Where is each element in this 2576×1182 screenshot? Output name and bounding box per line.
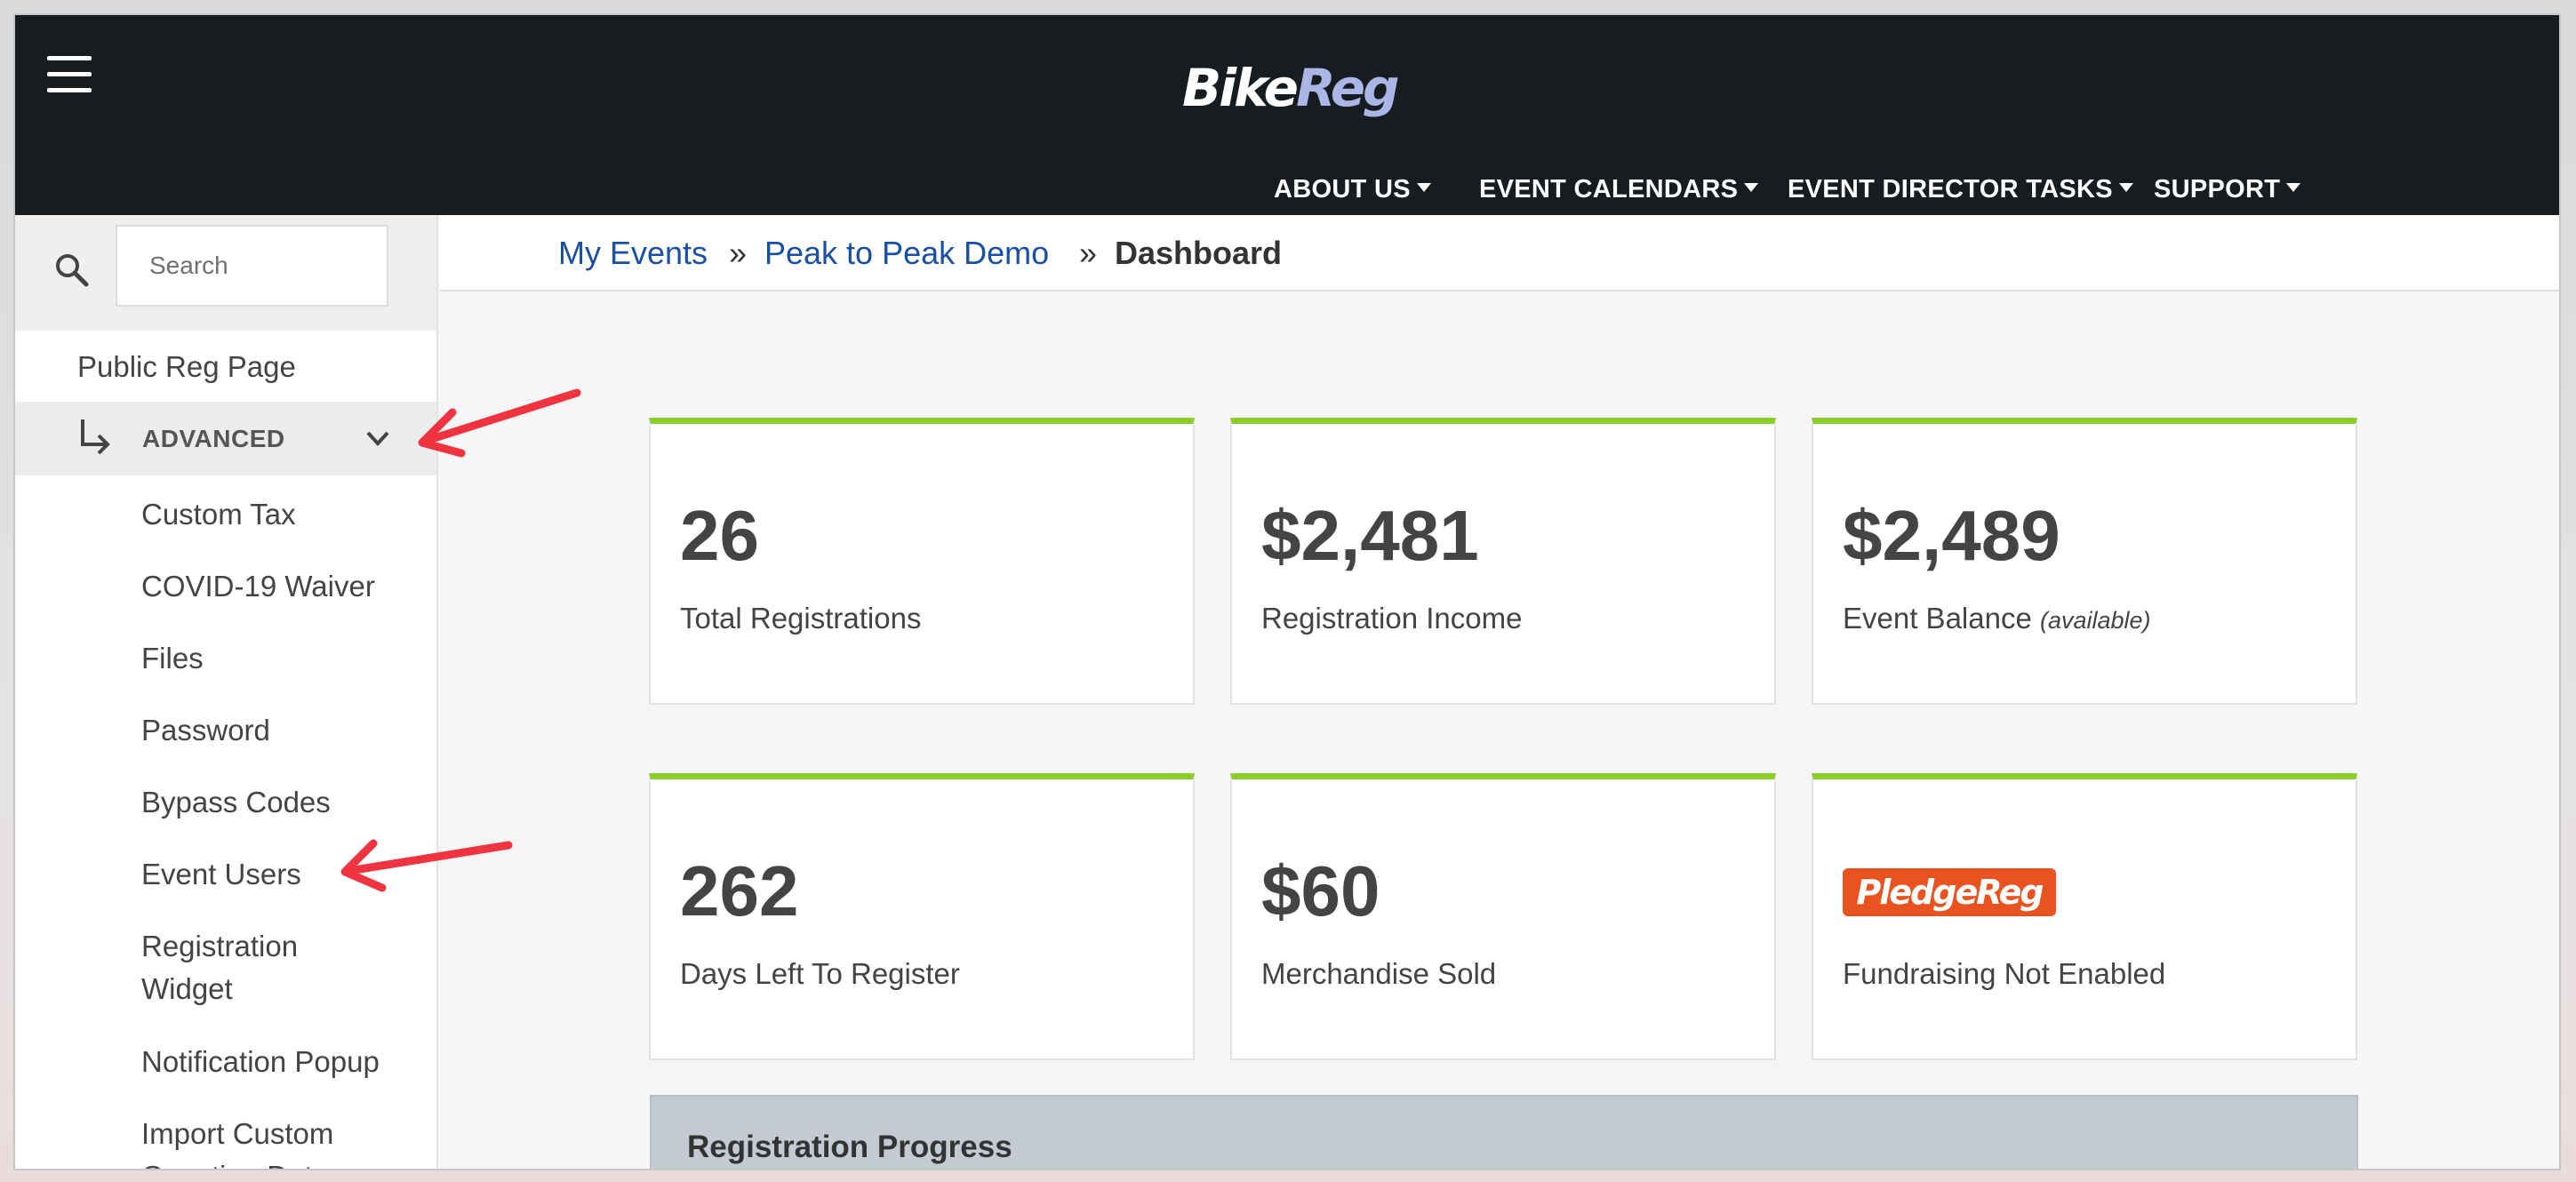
breadcrumb-separator: » [729,235,748,271]
sidebar-item-password[interactable]: Password [141,709,270,752]
caret-down-icon [2286,183,2301,193]
chevron-down-icon[interactable] [364,425,391,451]
stat-card-days-left: 262 Days Left To Register [649,773,1195,1060]
nav-event-director-tasks[interactable]: EVENT DIRECTOR TASKS [1788,172,2133,207]
sidebar-item-custom-tax[interactable]: Custom Tax [141,493,296,536]
sidebar-item-import-custom-question-data[interactable]: Import Custom Question Data [141,1113,334,1169]
search-input[interactable] [116,225,388,307]
nav-about-us[interactable]: ABOUT US [1274,172,1431,207]
sidebar-item-files[interactable]: Files [141,637,204,680]
stat-value: $2,489 [1843,496,2060,575]
sidebar-item-label: Registration [141,930,299,962]
sidebar-item-bypass-codes[interactable]: Bypass Codes [141,781,331,824]
sidebar-item-notification-popup[interactable]: Notification Popup [141,1041,380,1083]
registration-progress-panel: Registration Progress [650,1095,2358,1169]
stat-card-total-registrations: 26 Total Registrations [649,418,1195,705]
stat-label: Registration Income [1261,602,1523,635]
search-icon[interactable] [52,251,92,290]
breadcrumb-current-page: Dashboard [1115,235,1283,271]
stat-value: 26 [680,496,759,575]
sidebar-item-label: Import Custom [141,1117,334,1150]
stat-label: Total Registrations [680,602,922,635]
sidebar-item-advanced[interactable]: ADVANCED [15,402,436,475]
nav-support[interactable]: SUPPORT [2154,172,2301,207]
stat-value: $60 [1261,851,1380,930]
hamburger-menu-icon[interactable] [47,56,92,93]
pledgereg-logo: PledgeReg [1843,868,2056,916]
stat-note: (available) [2039,607,2151,634]
bikereg-logo[interactable]: BikeReg [1182,52,1400,124]
caret-down-icon [2118,183,2133,193]
sidebar-item-event-users[interactable]: Event Users [141,853,301,896]
stat-value: $2,481 [1261,496,1479,575]
sidebar: Public Reg Page ADVANCED Custom Tax COVI… [15,215,438,1169]
stat-card-merchandise-sold: $60 Merchandise Sold [1230,773,1776,1060]
stat-label: Merchandise Sold [1261,957,1497,990]
sidebar-item-public-reg-page[interactable]: Public Reg Page [77,346,296,388]
panel-title: Registration Progress [687,1130,1012,1164]
subdirectory-arrow-icon [81,419,110,455]
stat-label: Days Left To Register [680,957,960,990]
browser-window: BikeReg ABOUT US EVENT CALENDARS EVENT D… [13,13,2561,1170]
stat-card-registration-income: $2,481 Registration Income [1230,418,1776,705]
breadcrumb-separator: » [1079,235,1098,271]
caret-down-icon [1744,183,1759,193]
sidebar-item-registration-widget[interactable]: Registration Widget [141,925,298,1010]
stat-card-event-balance: $2,489 Event Balance (available) [1812,418,2357,705]
sidebar-item-label: Question Data [141,1155,333,1169]
stat-value: 262 [680,851,799,930]
sidebar-item-label: Widget [141,972,233,1005]
sidebar-search [15,215,436,331]
breadcrumb: My Events » Peak to Peak Demo » Dashboar… [440,215,2559,292]
stat-label: Fundraising Not Enabled [1843,957,2166,990]
breadcrumb-my-events[interactable]: My Events [558,233,708,274]
stat-card-fundraising[interactable]: PledgeReg Fundraising Not Enabled [1812,773,2357,1060]
nav-event-calendars[interactable]: EVENT CALENDARS [1479,172,1759,207]
sidebar-item-label: ADVANCED [142,425,285,452]
sidebar-item-covid-waiver[interactable]: COVID-19 Waiver [141,565,375,608]
top-header: BikeReg ABOUT US EVENT CALENDARS EVENT D… [15,15,2559,215]
stat-label: Event Balance (available) [1843,602,2151,635]
breadcrumb-peak-to-peak-demo[interactable]: Peak to Peak Demo [764,233,1049,274]
caret-down-icon [1416,183,1431,193]
